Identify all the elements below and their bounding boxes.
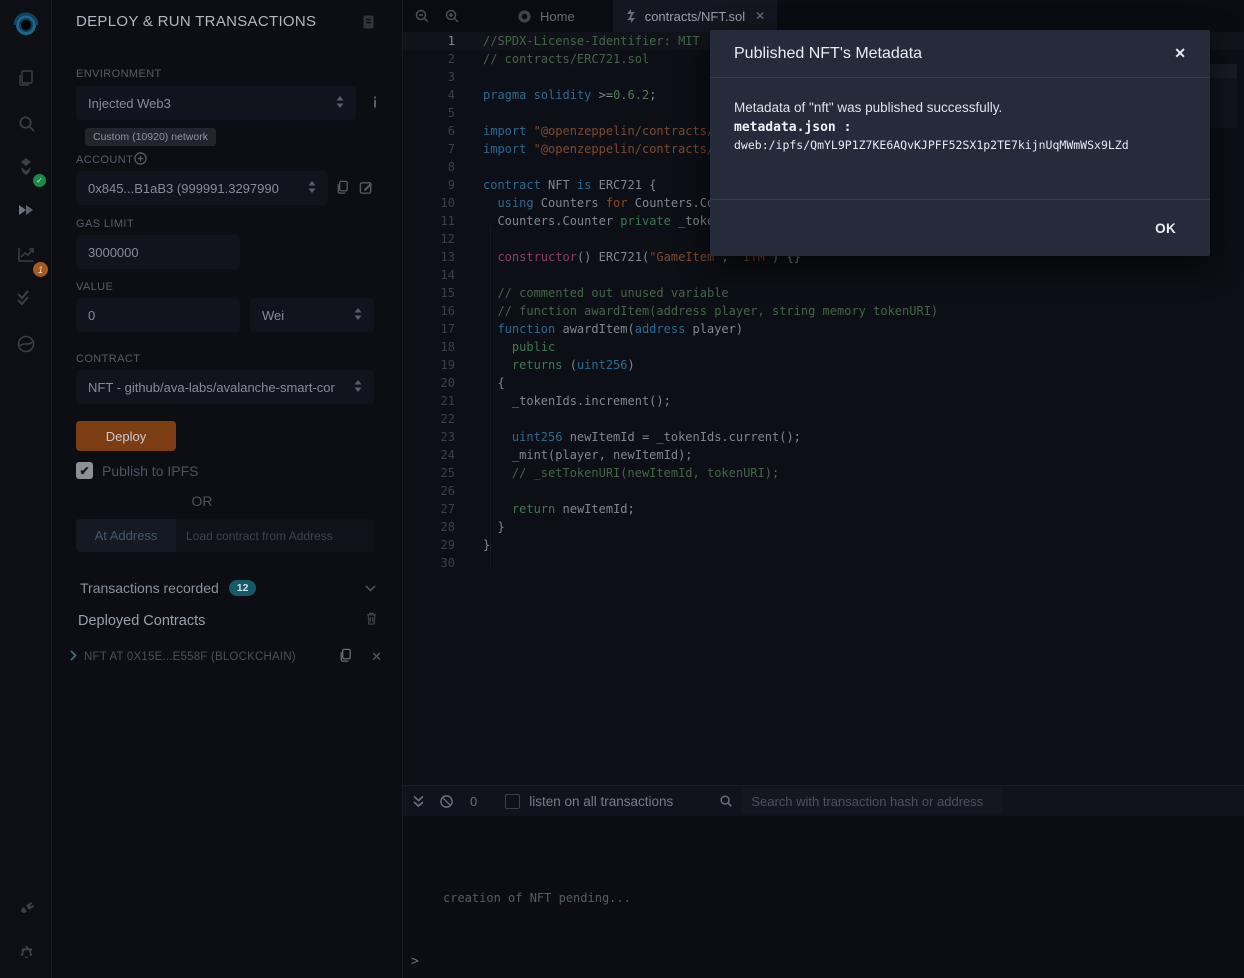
trash-icon[interactable] [365,611,378,631]
zoom-out-icon[interactable] [407,0,437,32]
tab-close-icon[interactable]: ✕ [755,9,765,23]
solidity-file-icon [625,9,637,23]
terminal-search-input[interactable] [741,788,1002,814]
transactions-count-badge: 12 [229,580,257,596]
environment-select[interactable]: Injected Web3 [76,86,356,120]
value-unit: Wei [262,308,348,323]
value-label: VALUE [76,281,113,293]
documentation-icon[interactable] [361,14,376,35]
terminal: 0 listen on all transactions creation of… [403,785,1244,978]
value-unit-select[interactable]: Wei [250,298,374,332]
or-divider: OR [52,493,352,509]
file-explorer-icon[interactable] [0,60,52,96]
ipfs-url: dweb:/ipfs/QmYL9P1Z7KE6AQvKJPFF52SX1p2TE… [734,138,1186,152]
network-badge: Custom (10920) network [85,128,216,146]
clear-console-icon[interactable] [439,794,454,809]
deploy-run-panel: DEPLOY & RUN TRANSACTIONS ENVIRONMENT In… [52,0,403,978]
chevron-updown-icon [308,181,316,196]
environment-label: ENVIRONMENT [76,68,162,80]
line-numbers: 1234567891011121314151617181920212223242… [403,32,455,572]
modal-message: Metadata of "nft" was published successf… [734,100,1186,115]
tab-file-label: contracts/NFT.sol [645,9,745,24]
listen-transactions-checkbox[interactable] [505,794,520,809]
terminal-toolbar: 0 listen on all transactions [403,786,1244,816]
home-icon [517,9,532,24]
environment-info-icon[interactable] [368,95,382,114]
account-value: 0x845...B1aB3 (999991.3297990 [88,181,302,196]
unit-testing-icon[interactable] [0,280,52,316]
chevron-down-icon[interactable] [365,579,376,597]
plugin-manager-icon[interactable] [0,890,52,926]
remix-logo-icon[interactable] [0,8,52,44]
add-account-icon[interactable] [134,152,147,170]
terminal-prompt[interactable]: > [411,954,419,969]
tab-home-label: Home [540,9,575,24]
published-metadata-modal: Published NFT's Metadata ✕ Metadata of "… [710,30,1210,256]
modal-close-icon[interactable]: ✕ [1174,45,1186,62]
deployed-contract-instance[interactable]: NFT AT 0X15E...E558F (BLOCKCHAIN) ✕ [70,648,382,666]
remix-ide-app: ✓ 1 DEPLOY & RUN TRANSACTIONS ENVIRONMEN… [0,0,1244,978]
compiler-success-badge: ✓ [33,174,46,187]
transactions-recorded-label: Transactions recorded [80,580,219,596]
publish-ipfs-label: Publish to IPFS [102,463,199,479]
minimap[interactable] [1209,64,1237,128]
listen-transactions-label: listen on all transactions [529,794,673,809]
chevron-right-icon[interactable] [70,648,77,666]
chevron-updown-icon [354,308,362,323]
at-address-button[interactable]: At Address [76,519,176,552]
account-select[interactable]: 0x845...B1aB3 (999991.3297990 [76,171,328,205]
metadata-file-label: metadata.json : [734,120,1186,135]
modal-body: Metadata of "nft" was published successf… [710,78,1210,200]
panel-title: DEPLOY & RUN TRANSACTIONS [76,13,316,30]
ok-button[interactable]: OK [1155,221,1176,236]
collapse-terminal-icon[interactable] [413,795,424,808]
minimap-slider[interactable] [1209,64,1237,78]
environment-value: Injected Web3 [88,96,330,111]
sign-message-icon[interactable] [358,180,374,200]
notification-badge: 1 [33,262,48,277]
tab-nft-sol[interactable]: contracts/NFT.sol ✕ [613,0,777,32]
icon-rail: ✓ 1 [0,0,52,978]
contract-select[interactable]: NFT - github/ava-labs/avalanche-smart-co… [76,370,374,404]
checkmark-icon: ✔ [79,464,89,478]
modal-title: Published NFT's Metadata [734,45,922,63]
copy-account-icon[interactable] [335,179,350,200]
transactions-recorded-row[interactable]: Transactions recorded 12 [80,579,376,597]
deploy-button[interactable]: Deploy [76,421,176,451]
chevron-updown-icon [354,380,362,395]
solidity-compiler-icon[interactable]: ✓ [0,148,52,184]
gas-limit-label: GAS LIMIT [76,218,134,230]
contract-value: NFT - github/ava-labs/avalanche-smart-co… [88,380,348,395]
deployed-contracts-label: Deployed Contracts [78,613,205,629]
publish-ipfs-row: ✔ Publish to IPFS [76,462,199,479]
remove-instance-icon[interactable]: ✕ [371,649,382,665]
terminal-search-icon [719,794,733,808]
plugin-circle-icon[interactable] [0,326,52,362]
settings-icon[interactable] [0,935,52,971]
at-address-input[interactable] [176,519,374,552]
search-icon[interactable] [0,105,52,141]
gas-limit-input[interactable] [76,235,240,269]
chevron-updown-icon [336,96,344,111]
tab-home[interactable]: Home [505,0,587,32]
editor-tabbar: Home contracts/NFT.sol ✕ [403,0,1244,32]
deploy-run-icon[interactable] [0,193,52,229]
analytics-icon[interactable]: 1 [0,236,52,272]
modal-footer: OK [710,200,1210,256]
contract-label: CONTRACT [76,353,140,365]
account-label: ACCOUNT [76,154,133,166]
publish-ipfs-checkbox[interactable]: ✔ [76,462,93,479]
copy-instance-icon[interactable] [338,647,353,668]
contract-instance-label: NFT AT 0X15E...E558F (BLOCKCHAIN) [84,651,338,663]
zoom-in-icon[interactable] [437,0,467,32]
terminal-log: creation of NFT pending... [443,891,631,905]
modal-header: Published NFT's Metadata ✕ [710,30,1210,78]
deployed-contracts-row: Deployed Contracts [78,611,378,631]
value-input[interactable] [76,298,240,332]
pending-count: 0 [470,794,477,809]
